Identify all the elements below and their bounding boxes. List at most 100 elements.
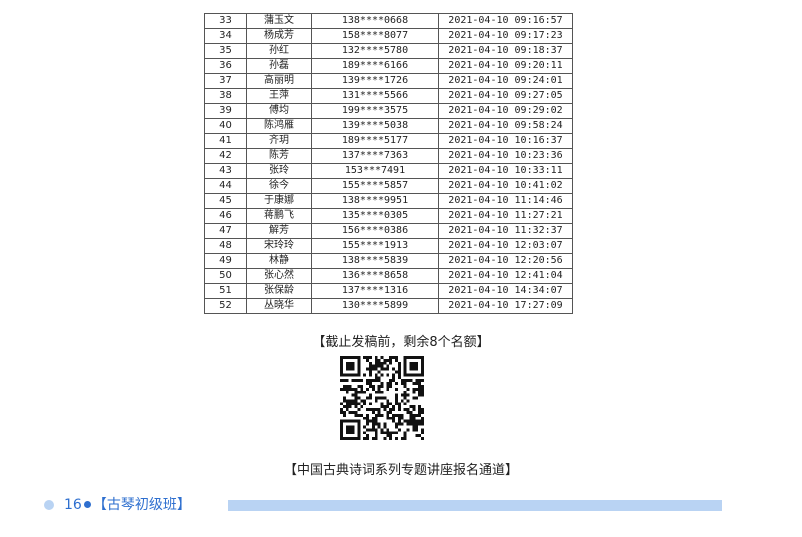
qr-module [386, 434, 390, 438]
qr-module [340, 358, 343, 362]
qr-module [354, 379, 358, 383]
qr-module [389, 361, 393, 365]
qr-module [386, 428, 390, 432]
qr-module [368, 367, 372, 371]
qr-module [421, 356, 424, 359]
qr-module [342, 384, 346, 388]
qr-module [421, 416, 424, 420]
cell-number: 41 [204, 133, 247, 149]
qr-module [412, 361, 416, 365]
table-row: 40 陈鸿雁 139****5038 2021-04-10 09:58:24 [204, 118, 573, 134]
cell-number: 35 [204, 43, 247, 59]
qr-module [340, 431, 343, 435]
table-row: 39 傅均 199****3575 2021-04-10 09:29:02 [204, 103, 573, 119]
qr-module [409, 364, 413, 368]
qr-module [374, 356, 378, 359]
qr-module [348, 437, 352, 440]
cell-phone: 139****5038 [311, 118, 439, 134]
cell-time: 2021-04-10 12:03:07 [438, 238, 573, 254]
registrants-table: 33 蒲玉文 138****0668 2021-04-10 09:16:57 34 杨成芳… [204, 13, 573, 314]
cell-name: 蒲玉文 [246, 13, 312, 29]
qr-module [357, 361, 361, 365]
qr-module [412, 364, 416, 368]
qr-module [421, 422, 424, 426]
qr-module [421, 358, 424, 362]
qr-module [340, 419, 343, 423]
qr-module [386, 413, 390, 417]
qr-module [392, 408, 396, 412]
qr-module [357, 356, 361, 359]
qr-module [392, 431, 396, 435]
qr-module [368, 373, 372, 377]
qr-module [403, 364, 407, 368]
qr-module [363, 390, 367, 394]
table-row: 33 蒲玉文 138****0668 2021-04-10 09:16:57 [204, 13, 573, 29]
qr-module [397, 408, 401, 412]
qr-module [363, 425, 367, 429]
cell-phone: 137****7363 [311, 148, 439, 164]
table-row: 44 徐今 155****5857 2021-04-10 10:41:02 [204, 178, 573, 194]
qr-module [397, 373, 401, 377]
registrants-table-body: 33 蒲玉文 138****0668 2021-04-10 09:16:57 34 杨成芳… [204, 13, 573, 314]
qr-module [412, 408, 416, 412]
qr-module [357, 379, 361, 383]
qr-module [392, 376, 396, 380]
qr-module [366, 413, 369, 417]
qr-module [351, 431, 355, 435]
cell-name: 张玲 [246, 163, 312, 179]
qr-module [403, 419, 407, 423]
qr-module [354, 387, 358, 391]
qr-module [377, 396, 381, 400]
qr-module [406, 408, 410, 412]
qr-module [415, 361, 419, 365]
qr-module [340, 402, 343, 406]
qr-module [377, 358, 381, 362]
qr-module [360, 413, 364, 417]
qr-module [345, 356, 349, 359]
cell-time: 2021-04-10 10:23:36 [438, 148, 573, 164]
qr-module [389, 358, 393, 362]
qr-module [345, 384, 349, 388]
qr-module [412, 419, 416, 423]
cell-phone: 135****0305 [311, 208, 439, 224]
qr-module [371, 387, 375, 391]
qr-module [360, 390, 364, 394]
qr-module [389, 384, 393, 388]
qr-module [386, 373, 390, 377]
qr-module [377, 384, 381, 388]
qr-module [371, 428, 375, 432]
qr-module [366, 408, 369, 412]
qr-module [397, 416, 401, 420]
qr-module [397, 364, 401, 368]
qr-module [363, 437, 367, 440]
qr-module [348, 405, 352, 409]
qr-module [380, 382, 384, 385]
qr-module [374, 376, 378, 380]
qr-module [409, 379, 413, 383]
qr-module [395, 431, 398, 435]
qr-module [418, 434, 422, 438]
qr-module [403, 367, 407, 371]
qr-module [357, 370, 361, 374]
qr-module [418, 408, 422, 412]
cell-phone: 131****5566 [311, 88, 439, 104]
cell-number: 47 [204, 223, 247, 239]
cell-time: 2021-04-10 09:58:24 [438, 118, 573, 134]
qr-module [340, 367, 343, 371]
cell-time: 2021-04-10 12:41:04 [438, 268, 573, 284]
qr-module [357, 431, 361, 435]
qr-module [395, 356, 398, 359]
qr-module [389, 431, 393, 435]
qr-module [366, 437, 369, 440]
qr-module [418, 384, 422, 388]
qr-module [354, 437, 358, 440]
cell-phone: 189****5177 [311, 133, 439, 149]
qr-module [386, 364, 390, 368]
cell-name: 陈鸿雁 [246, 118, 312, 134]
qr-module [421, 364, 424, 368]
qr-module [421, 428, 424, 432]
cell-name: 杨成芳 [246, 28, 312, 44]
qr-module [340, 408, 343, 412]
cell-phone: 199****3575 [311, 103, 439, 119]
qr-module [395, 358, 398, 362]
